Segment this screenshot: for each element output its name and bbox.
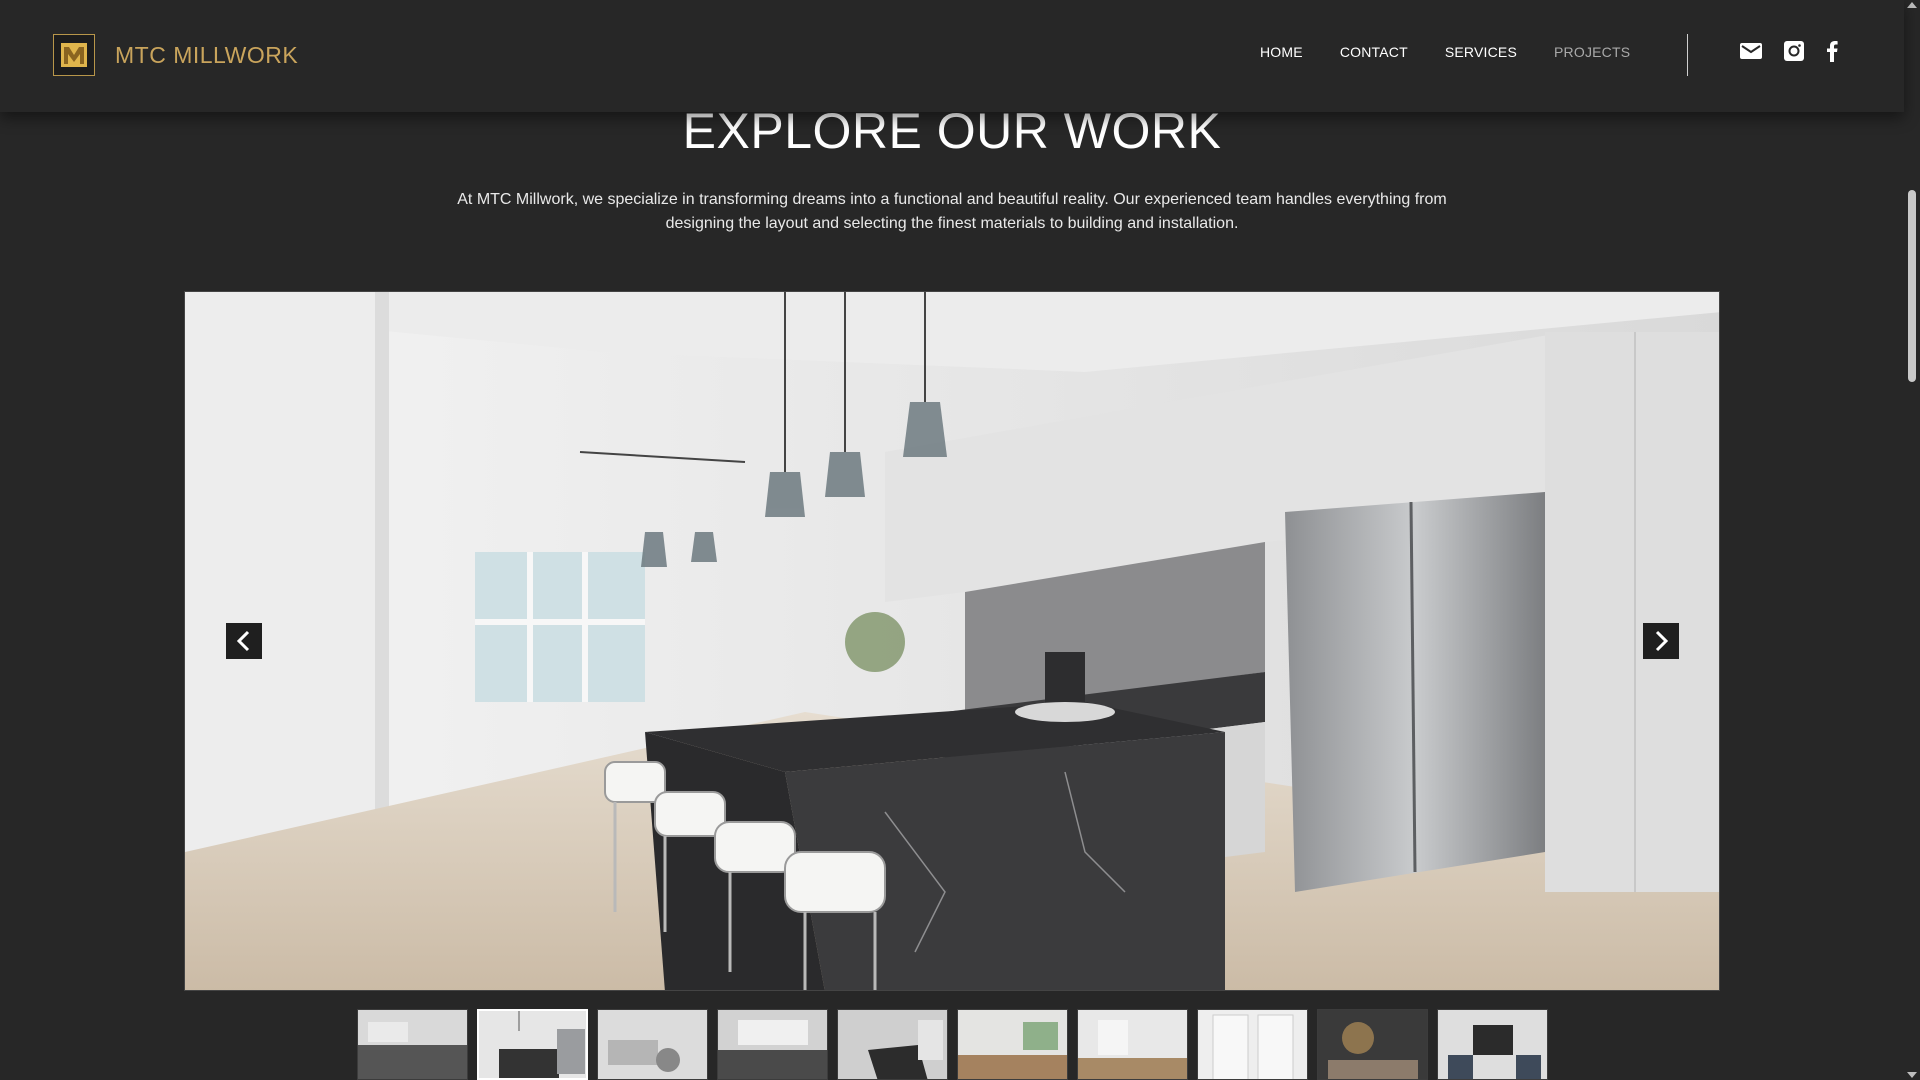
- nav-services[interactable]: SERVICES: [1445, 44, 1517, 60]
- gallery-thumbnail[interactable]: [1437, 1009, 1548, 1080]
- gallery-thumbnail-selected[interactable]: [477, 1009, 588, 1080]
- scroll-thumb[interactable]: [1908, 190, 1916, 382]
- gallery-thumbnail[interactable]: [1197, 1009, 1308, 1080]
- gallery-thumbnail[interactable]: [1317, 1009, 1428, 1080]
- gallery-thumbnails: [357, 1009, 1557, 1080]
- chevron-left-icon: [236, 630, 250, 652]
- gallery-thumbnail[interactable]: [597, 1009, 708, 1080]
- nav-contact[interactable]: CONTACT: [1340, 44, 1408, 60]
- intro-text: At MTC Millwork, we specialize in transf…: [457, 191, 1447, 232]
- page-scrollbar[interactable]: [1904, 0, 1920, 1080]
- nav-home[interactable]: HOME: [1260, 44, 1303, 60]
- instagram-icon[interactable]: [1784, 41, 1804, 66]
- gallery-main-image[interactable]: [184, 291, 1720, 991]
- nav-projects[interactable]: PROJECTS: [1554, 44, 1630, 60]
- gallery-thumbnail[interactable]: [1077, 1009, 1188, 1080]
- chevron-right-icon: [1655, 630, 1669, 652]
- gallery-thumbnail[interactable]: [957, 1009, 1068, 1080]
- logo-mark-icon: [53, 34, 95, 76]
- gallery-thumbnail[interactable]: [717, 1009, 828, 1080]
- main-nav: HOME CONTACT SERVICES PROJECTS: [1260, 44, 1667, 60]
- scroll-down-icon[interactable]: [1907, 1072, 1917, 1078]
- gallery-prev-button[interactable]: [226, 623, 262, 659]
- logo[interactable]: MTC MILLWORK: [53, 32, 298, 78]
- scroll-up-icon[interactable]: [1907, 2, 1917, 8]
- nav-divider: [1687, 34, 1688, 76]
- site-header: MTC MILLWORK HOME CONTACT SERVICES PROJE…: [0, 0, 1904, 112]
- gallery-thumbnail[interactable]: [357, 1009, 468, 1080]
- gallery-next-button[interactable]: [1643, 623, 1679, 659]
- gallery-thumbnail[interactable]: [837, 1009, 948, 1080]
- facebook-icon[interactable]: [1826, 40, 1838, 67]
- brand-name: MTC MILLWORK: [115, 41, 299, 68]
- mail-icon[interactable]: [1740, 43, 1762, 64]
- social-bar: [1740, 40, 1860, 67]
